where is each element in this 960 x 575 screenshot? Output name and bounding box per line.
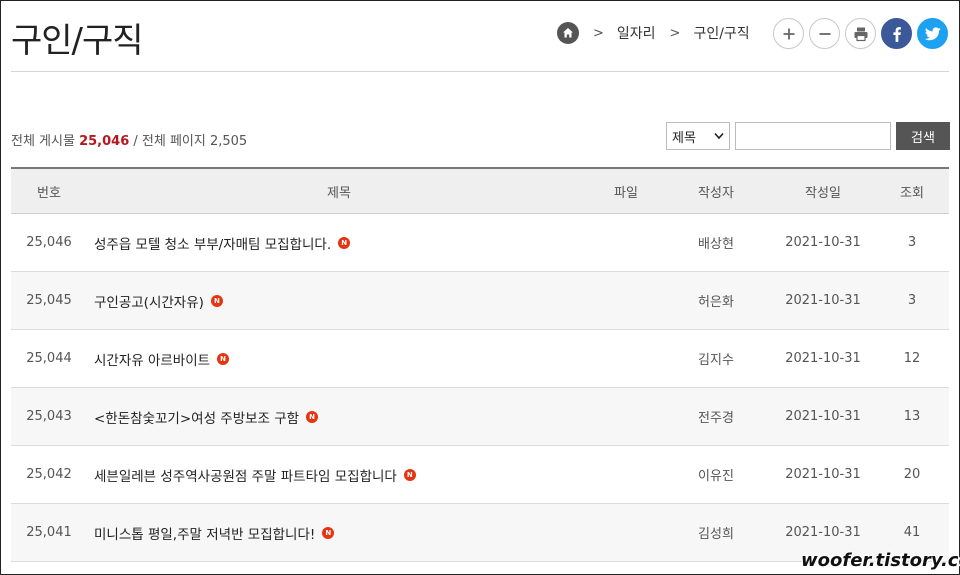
twitter-icon bbox=[924, 26, 941, 40]
new-badge-icon: N bbox=[338, 236, 351, 249]
search-field-select[interactable]: 제목 bbox=[666, 122, 730, 150]
post-title-link[interactable]: 시간자유 아르바이트 bbox=[94, 349, 210, 369]
table-row: 25,042 세븐일레븐 성주역사공원점 주말 파트타임 모집합니다 N 이유진 … bbox=[11, 446, 949, 504]
post-views: 20 bbox=[903, 467, 921, 482]
header-author: 작성자 bbox=[698, 185, 734, 201]
facebook-icon bbox=[892, 26, 901, 42]
post-author: 전주경 bbox=[698, 411, 734, 426]
post-stats: 전체 게시물 25,046 / 전체 페이지 2,505 bbox=[11, 130, 247, 149]
table-header: 번호 제목 파일 작성자 작성일 조회 bbox=[11, 167, 949, 214]
search-bar: 제목 검색 bbox=[666, 122, 950, 150]
post-author: 이유진 bbox=[698, 469, 734, 484]
new-badge-icon: N bbox=[322, 526, 335, 539]
new-badge-icon: N bbox=[217, 352, 230, 365]
post-views: 3 bbox=[907, 293, 917, 308]
post-title-link[interactable]: 구인공고(시간자유) bbox=[94, 291, 204, 311]
post-number: 25,042 bbox=[26, 467, 72, 482]
header-date: 작성일 bbox=[805, 185, 841, 201]
post-date: 2021-10-31 bbox=[785, 409, 861, 424]
page-frame: 구인/구직 > 일자리 > 구인/구직 전체 게시물 25,046 / 전체 페… bbox=[0, 0, 960, 575]
post-title-link[interactable]: 세븐일레븐 성주역사공원점 주말 파트타임 모집합니다 bbox=[94, 465, 397, 485]
post-date: 2021-10-31 bbox=[785, 235, 861, 250]
table-row: 25,043 <한돈참숯꼬기>여성 주방보조 구함 N 전주경 2021-10-3… bbox=[11, 388, 949, 446]
post-views: 41 bbox=[903, 525, 921, 540]
zoom-out-button[interactable] bbox=[809, 18, 840, 49]
table-row: 25,044 시간자유 아르바이트 N 김지수 2021-10-31 12 bbox=[11, 330, 949, 388]
page-title: 구인/구직 bbox=[11, 21, 144, 61]
post-table: 번호 제목 파일 작성자 작성일 조회 25,046 성주읍 모텔 청소 부부/… bbox=[11, 167, 949, 562]
post-views: 13 bbox=[903, 409, 921, 424]
minus-icon bbox=[819, 32, 830, 35]
home-icon[interactable] bbox=[557, 22, 579, 44]
new-badge-icon: N bbox=[210, 294, 223, 307]
post-number: 25,044 bbox=[26, 351, 72, 366]
search-button[interactable]: 검색 bbox=[896, 122, 950, 150]
chevron-down-icon bbox=[714, 132, 724, 140]
post-number: 25,043 bbox=[26, 409, 72, 424]
header-views: 조회 bbox=[900, 185, 924, 201]
post-date: 2021-10-31 bbox=[785, 467, 861, 482]
search-field-value: 제목 bbox=[672, 130, 696, 146]
new-badge-icon: N bbox=[306, 410, 319, 423]
total-pages-label: / 전체 페이지 bbox=[133, 134, 206, 149]
table-row: 25,046 성주읍 모텔 청소 부부/자매팀 모집합니다. N 배상현 2021… bbox=[11, 214, 949, 272]
post-title[interactable]: <한돈참숯꼬기>여성 주방보조 구함 N bbox=[87, 407, 591, 427]
zoom-in-button[interactable] bbox=[773, 18, 804, 49]
total-posts-count: 25,046 bbox=[79, 134, 130, 149]
post-number: 25,046 bbox=[26, 235, 72, 250]
post-title[interactable]: 성주읍 모텔 청소 부부/자매팀 모집합니다. N bbox=[87, 233, 591, 253]
header-title: 제목 bbox=[327, 185, 351, 201]
post-title[interactable]: 세븐일레븐 성주역사공원점 주말 파트타임 모집합니다 N bbox=[87, 465, 591, 485]
plus-icon bbox=[783, 28, 794, 39]
breadcrumb-separator: > bbox=[669, 25, 681, 41]
facebook-share-button[interactable] bbox=[881, 18, 912, 49]
header-file: 파일 bbox=[614, 185, 638, 201]
search-input[interactable] bbox=[735, 122, 891, 150]
total-pages-count: 2,505 bbox=[209, 134, 248, 149]
post-views: 12 bbox=[903, 351, 921, 366]
twitter-share-button[interactable] bbox=[917, 18, 948, 49]
print-icon bbox=[854, 27, 867, 41]
post-title-link[interactable]: 성주읍 모텔 청소 부부/자매팀 모집합니다. bbox=[94, 233, 331, 253]
print-button[interactable] bbox=[845, 18, 876, 49]
breadcrumb-item-recruit[interactable]: 구인/구직 bbox=[693, 23, 749, 43]
table-row: 25,045 구인공고(시간자유) N 허은화 2021-10-31 3 bbox=[11, 272, 949, 330]
post-title[interactable]: 시간자유 아르바이트 N bbox=[87, 349, 591, 369]
post-author: 김지수 bbox=[698, 353, 734, 368]
post-title[interactable]: 구인공고(시간자유) N bbox=[87, 291, 591, 311]
post-title[interactable]: 미니스톱 평일,주말 저녁반 모집합니다! N bbox=[87, 523, 591, 543]
post-number: 25,041 bbox=[26, 525, 72, 540]
post-author: 배상현 bbox=[698, 237, 734, 252]
post-title-link[interactable]: 미니스톱 평일,주말 저녁반 모집합니다! bbox=[94, 523, 315, 543]
post-date: 2021-10-31 bbox=[785, 351, 861, 366]
post-author: 김성희 bbox=[698, 527, 734, 542]
post-date: 2021-10-31 bbox=[785, 293, 861, 308]
post-views: 3 bbox=[907, 235, 917, 250]
breadcrumb: > 일자리 > 구인/구직 bbox=[557, 22, 750, 44]
page-tools bbox=[773, 18, 948, 49]
breadcrumb-separator: > bbox=[593, 25, 604, 41]
post-title-link[interactable]: <한돈참숯꼬기>여성 주방보조 구함 bbox=[94, 407, 299, 427]
post-number: 25,045 bbox=[26, 293, 72, 308]
new-badge-icon: N bbox=[403, 468, 416, 481]
post-date: 2021-10-31 bbox=[785, 525, 861, 540]
page-header: 구인/구직 > 일자리 > 구인/구직 bbox=[11, 1, 949, 72]
header-number: 번호 bbox=[37, 185, 61, 201]
breadcrumb-item-jobs[interactable]: 일자리 bbox=[617, 23, 656, 43]
total-posts-label: 전체 게시물 bbox=[11, 134, 75, 149]
post-author: 허은화 bbox=[698, 295, 734, 310]
watermark: woofer.tistory.com bbox=[801, 550, 960, 571]
